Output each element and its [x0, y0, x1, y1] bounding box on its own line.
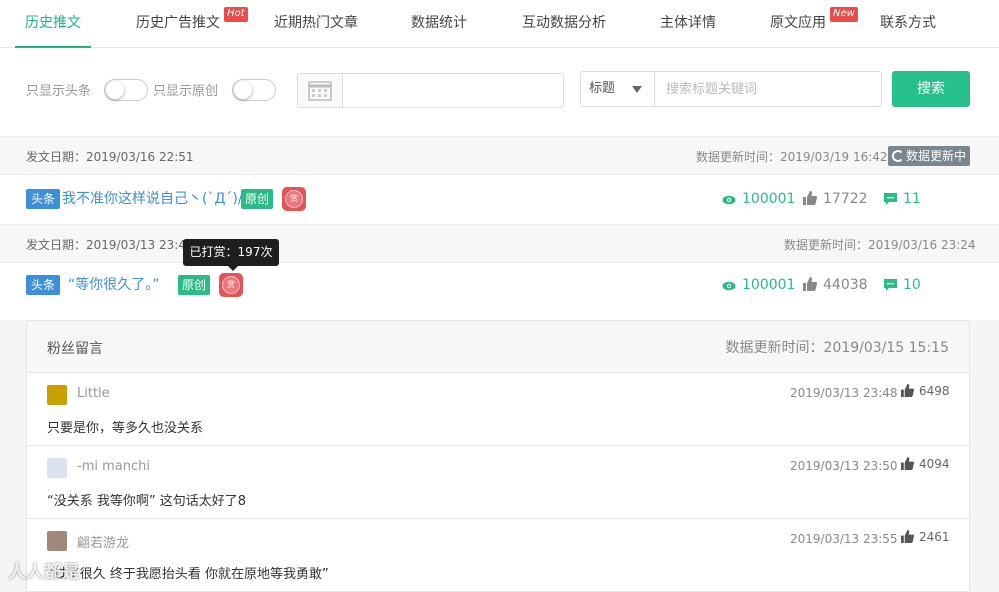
reward-icon: 赏 [285, 190, 303, 208]
read-count-value: 100001 [742, 191, 796, 207]
commenter-name: Little [77, 386, 110, 401]
search-input[interactable] [656, 72, 881, 106]
comments-title: 粉丝留言 [47, 341, 103, 357]
commenter-name: -mi manchi [77, 459, 150, 474]
eye-icon [722, 281, 736, 291]
eye-icon [722, 195, 736, 205]
headline-tag: 头条 [26, 189, 61, 209]
tab-original-apps[interactable]: 原文应用 [770, 0, 826, 48]
toggle-knob [106, 81, 124, 99]
search-type-value: 标题 [589, 81, 616, 96]
comment-item: Little 2019/03/13 23:48 6498 只要是你，等多久也没关… [27, 373, 969, 446]
article-meta-bar: 发文日期：2019/03/13 23:45 数据更新时间：2019/03/16 … [0, 224, 999, 263]
reward-button[interactable]: 赏 [282, 187, 306, 211]
comment-likes: 2461 [901, 530, 950, 544]
tab-recent-hot-articles[interactable]: 近期热门文章 [274, 0, 358, 48]
read-count-value: 100001 [742, 277, 796, 293]
tab-interaction-analysis[interactable]: 互动数据分析 [522, 0, 606, 48]
comment-likes-value: 2461 [919, 530, 950, 544]
updating-label: 数据更新中 [906, 149, 967, 163]
reward-tooltip: 已打赏：197次 [183, 239, 279, 271]
comment-time: 2019/03/13 23:50 [790, 459, 898, 473]
article-title-link[interactable]: 我不准你这样说自己丶(`Д´)/ [62, 189, 243, 209]
comment-likes: 6498 [901, 384, 950, 398]
thumbs-up-icon [803, 191, 817, 205]
comment-time: 2019/03/13 23:48 [790, 386, 898, 400]
like-count-value: 44038 [823, 277, 868, 293]
comment-text: “过了很久 终于我愿抬头看 你就在原地等我勇敢” [47, 567, 329, 582]
original-tag: 原创 [178, 275, 211, 295]
publish-date: 发文日期：2019/03/16 22:51 [26, 150, 194, 164]
read-count: 100001 [722, 189, 795, 209]
caret-down-icon [632, 86, 642, 93]
toggle-knob [234, 81, 252, 99]
only-original-toggle[interactable] [232, 79, 276, 101]
comment-time: 2019/03/13 23:55 [790, 532, 898, 546]
calendar-icon[interactable] [298, 74, 343, 107]
watermark-logo: 人人都是 [8, 562, 80, 583]
comment-text: 只要是你，等多久也没关系 [47, 421, 204, 436]
search-button[interactable]: 搜索 [892, 71, 970, 107]
original-tag: 原创 [241, 189, 274, 209]
avatar [47, 385, 67, 405]
headline-tag: 头条 [26, 275, 61, 295]
tab-label: 历史广告推文 [136, 15, 220, 31]
thumbs-up-icon [901, 530, 914, 543]
only-original-label: 只显示原创 [153, 84, 219, 99]
comments-update-time: 数据更新时间：2019/03/15 15:15 [725, 340, 950, 356]
comment-count[interactable]: 11 [884, 189, 921, 209]
thumbs-up-icon [901, 457, 914, 470]
reward-button[interactable]: 赏 [219, 273, 243, 297]
read-count: 100001 [722, 275, 795, 295]
comment-count-value: 10 [903, 277, 921, 293]
article-row: 头条 我不准你这样说自己丶(`Д´)/ 原创 赏 100001 17722 11 [0, 175, 999, 223]
thumbs-up-icon [901, 384, 914, 397]
publish-date: 发文日期：2019/03/13 23:45 [26, 238, 194, 252]
like-count: 17722 [803, 189, 868, 209]
only-headline-label: 只显示头条 [26, 84, 92, 99]
comment-text: “没关系 我等你啊” 这句话太好了8 [47, 494, 247, 509]
update-time: 数据更新时间：2019/03/16 23:24 [784, 238, 976, 252]
comment-likes-value: 4094 [919, 457, 950, 471]
comment-item: -mi manchi 2019/03/13 23:50 4094 “没关系 我等… [27, 446, 969, 519]
tab-history-posts[interactable]: 历史推文 [15, 0, 91, 48]
avatar [47, 531, 67, 551]
tab-data-statistics[interactable]: 数据统计 [411, 0, 467, 48]
comment-count-value: 11 [903, 191, 921, 207]
comment-icon [884, 279, 897, 291]
like-count-value: 17722 [823, 191, 868, 207]
only-headline-toggle[interactable] [104, 79, 148, 101]
comment-likes-value: 6498 [919, 384, 950, 398]
hot-badge: Hot [224, 7, 248, 22]
refresh-icon [892, 150, 904, 162]
top-tab-bar: 历史推文 历史广告推文 Hot 近期热门文章 数据统计 互动数据分析 主体详情 … [0, 0, 999, 48]
tab-entity-details[interactable]: 主体详情 [660, 0, 716, 48]
updating-badge[interactable]: 数据更新中 [888, 146, 970, 166]
thumbs-up-icon [803, 277, 817, 291]
tab-contact[interactable]: 联系方式 [880, 0, 936, 48]
like-count: 44038 [803, 275, 868, 295]
comments-panel: 粉丝留言 数据更新时间：2019/03/15 15:15 Little 2019… [26, 320, 970, 592]
tab-history-ad-posts[interactable]: 历史广告推文 [136, 0, 220, 48]
comment-count[interactable]: 10 [884, 275, 921, 295]
search-type-select[interactable]: 标题 [581, 72, 655, 106]
comments-section: 粉丝留言 数据更新时间：2019/03/15 15:15 Little 2019… [0, 320, 999, 592]
comment-item: 翩若游龙 2019/03/13 23:55 2461 “过了很久 终于我愿抬头看… [27, 519, 969, 592]
reward-icon: 赏 [222, 276, 240, 294]
comment-likes: 4094 [901, 457, 950, 471]
article-row: 头条 “等你很久了。” 原创 赏 100001 44038 10 [0, 261, 999, 309]
comment-icon [884, 193, 897, 205]
comments-header: 粉丝留言 数据更新时间：2019/03/15 15:15 [27, 321, 969, 373]
date-range-input[interactable] [297, 73, 564, 108]
commenter-name: 翩若游龙 [77, 536, 130, 551]
update-time: 数据更新时间：2019/03/19 16:42 [696, 150, 888, 164]
new-badge: New [830, 7, 858, 22]
avatar [47, 458, 67, 478]
article-meta-bar: 发文日期：2019/03/16 22:51 数据更新时间：2019/03/19 … [0, 136, 999, 175]
search-group: 标题 [580, 71, 882, 107]
article-title-link[interactable]: “等你很久了。” [68, 275, 160, 295]
